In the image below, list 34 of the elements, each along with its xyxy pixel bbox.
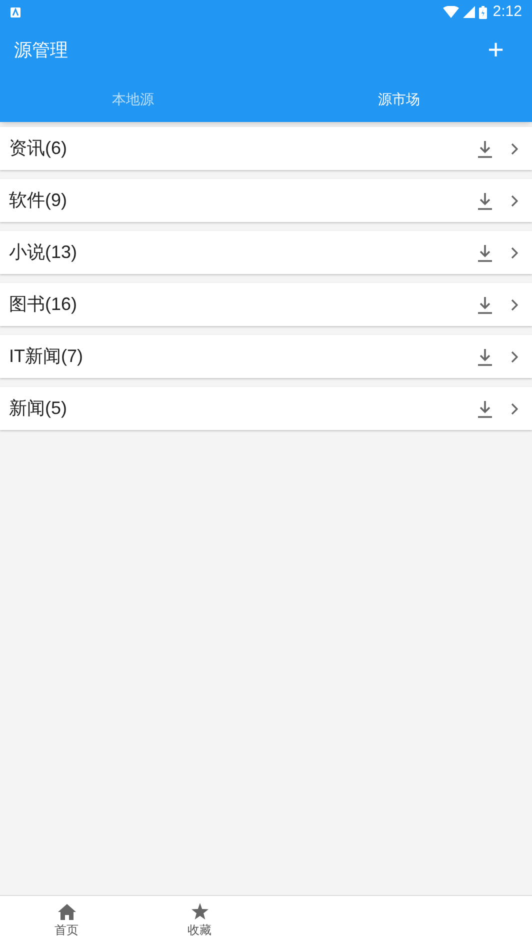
download-icon[interactable] bbox=[477, 400, 493, 418]
signal-icon bbox=[462, 6, 475, 18]
category-row[interactable]: 图书(16) bbox=[0, 283, 532, 326]
category-row[interactable]: 小说(13) bbox=[0, 231, 532, 274]
star-icon bbox=[190, 903, 208, 920]
home-icon bbox=[58, 904, 76, 920]
status-time: 2:12 bbox=[492, 2, 522, 22]
category-label: 软件(9) bbox=[9, 189, 68, 212]
category-label: 小说(13) bbox=[9, 241, 78, 264]
download-icon[interactable] bbox=[477, 192, 493, 210]
chevron-right-icon bbox=[511, 194, 518, 206]
download-icon[interactable] bbox=[477, 244, 493, 262]
nav-label[interactable]: 收藏 bbox=[188, 921, 212, 939]
battery-icon bbox=[478, 6, 487, 18]
chevron-right-icon bbox=[511, 402, 518, 414]
category-label: 图书(16) bbox=[9, 293, 78, 316]
chevron-right-icon bbox=[511, 350, 518, 362]
download-icon[interactable] bbox=[477, 348, 493, 366]
toolbar-title: 源管理 bbox=[14, 38, 68, 62]
category-row[interactable]: 新闻(5) bbox=[0, 387, 532, 430]
category-label: 新闻(5) bbox=[9, 397, 68, 420]
wifi-icon bbox=[442, 6, 459, 18]
chevron-right-icon bbox=[511, 246, 518, 258]
category-label: IT新闻(7) bbox=[9, 345, 84, 368]
chevron-right-icon bbox=[511, 142, 518, 154]
nav-label[interactable]: 首页 bbox=[54, 920, 78, 938]
download-icon[interactable] bbox=[477, 296, 493, 314]
chevron-right-icon bbox=[511, 298, 518, 310]
download-icon[interactable] bbox=[477, 140, 493, 158]
category-row[interactable]: 资讯(6) bbox=[0, 127, 532, 170]
category-label: 资讯(6) bbox=[9, 137, 68, 160]
category-row[interactable]: IT新闻(7) bbox=[0, 335, 532, 378]
notification-icon bbox=[10, 6, 21, 18]
category-row[interactable]: 软件(9) bbox=[0, 179, 532, 222]
